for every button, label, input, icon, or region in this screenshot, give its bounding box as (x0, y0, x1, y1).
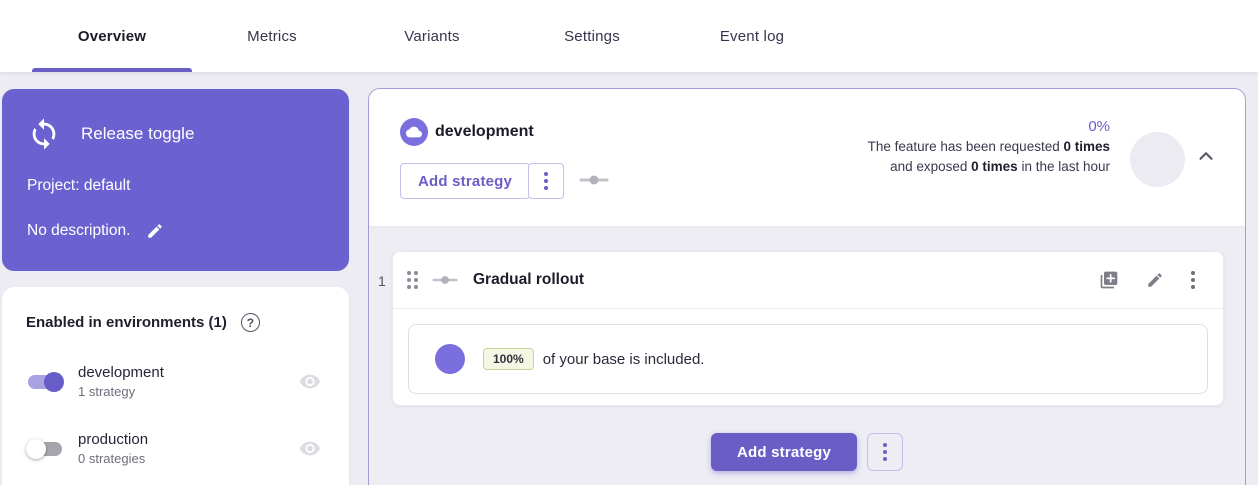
feature-metrics-summary: 0% The feature has been requested 0 time… (868, 117, 1110, 177)
eye-icon[interactable] (299, 441, 321, 457)
project-label: Project: default (27, 177, 324, 195)
tab-overview[interactable]: Overview (32, 0, 192, 72)
kebab-menu-icon (544, 172, 548, 190)
environment-panel-title: development (435, 123, 534, 141)
environments-card-title: Enabled in environments (1) (26, 314, 227, 331)
strategy-title: Gradual rollout (473, 271, 584, 289)
rollout-summary-box: 100% of your base is included. (408, 324, 1208, 394)
metrics-line-2: and exposed 0 times in the last hour (868, 157, 1110, 177)
active-tab-indicator (32, 68, 192, 72)
feature-type-card: Release toggle Project: default No descr… (2, 89, 349, 271)
copy-strategy-icon[interactable] (1099, 270, 1119, 290)
kebab-menu-icon (883, 443, 887, 461)
description-label: No description. (27, 222, 130, 240)
strategy-index-label: 1 (378, 273, 386, 289)
rollout-donut-chart (435, 344, 465, 374)
environment-row-production: production 0 strategies (26, 431, 325, 466)
cloud-environment-icon (400, 118, 428, 146)
rollout-strategy-icon (579, 175, 609, 185)
rollout-strategy-icon (432, 275, 458, 285)
add-strategy-button-header[interactable]: Add strategy (400, 163, 530, 199)
rollout-percentage-badge: 100% (483, 348, 534, 370)
metrics-percentage: 0% (868, 117, 1110, 137)
edit-strategy-icon[interactable] (1146, 271, 1164, 289)
feature-tabbar: Overview Metrics Variants Settings Event… (0, 0, 1258, 72)
environment-strategy-count: 0 strategies (78, 451, 148, 466)
release-toggle-sync-icon (27, 117, 61, 151)
tab-event-log[interactable]: Event log (672, 0, 832, 72)
metrics-donut-chart (1130, 132, 1185, 187)
metrics-line-1: The feature has been requested 0 times (868, 137, 1110, 157)
tab-settings[interactable]: Settings (512, 0, 672, 72)
environment-more-options-button[interactable] (528, 163, 564, 199)
eye-icon[interactable] (299, 374, 321, 390)
strategy-more-options-icon[interactable] (1191, 271, 1195, 289)
rollout-description: of your base is included. (543, 351, 705, 368)
environment-panel-development: development Add strategy 0% The feature … (368, 88, 1246, 485)
drag-handle-icon[interactable] (407, 271, 418, 289)
environment-panel-header: development Add strategy 0% The feature … (369, 89, 1245, 227)
footer-more-options-button[interactable] (867, 433, 903, 471)
tab-variants[interactable]: Variants (352, 0, 512, 72)
production-toggle[interactable] (26, 438, 64, 460)
environment-row-development: development 1 strategy (26, 364, 325, 399)
edit-description-icon[interactable] (146, 222, 164, 240)
environment-strategy-count: 1 strategy (78, 384, 164, 399)
add-strategy-button-footer[interactable]: Add strategy (711, 433, 857, 471)
environment-name: development (78, 364, 164, 381)
environment-name: production (78, 431, 148, 448)
strategy-footer-actions: Add strategy (369, 433, 1245, 471)
environments-card: Enabled in environments (1) ? developmen… (2, 287, 349, 485)
tab-metrics[interactable]: Metrics (192, 0, 352, 72)
feature-type-label: Release toggle (81, 124, 194, 144)
chevron-up-icon[interactable] (1195, 145, 1217, 167)
help-icon[interactable]: ? (241, 313, 260, 332)
development-toggle[interactable] (26, 371, 64, 393)
strategy-card-gradual-rollout: Gradual rollout 100% o (392, 251, 1224, 406)
